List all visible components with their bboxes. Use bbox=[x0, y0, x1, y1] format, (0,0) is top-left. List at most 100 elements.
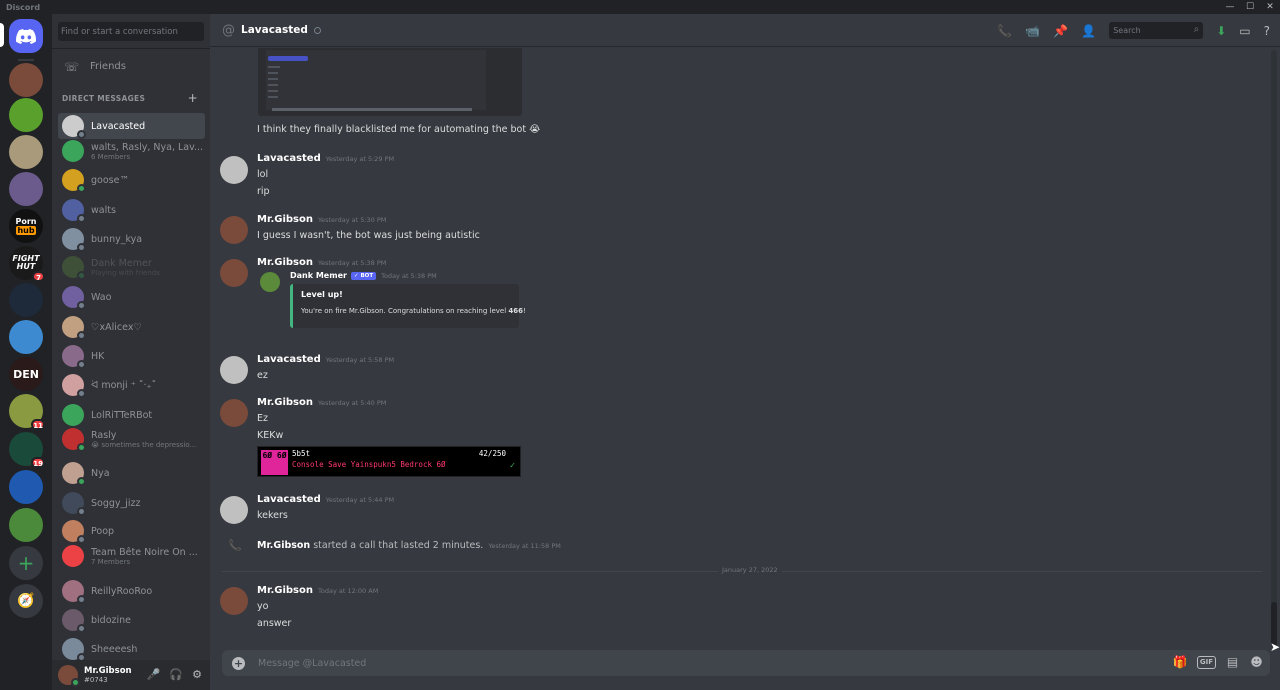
maximize-button[interactable]: ☐ bbox=[1244, 1, 1256, 13]
dm-item[interactable]: Dank Memer Playing with friends bbox=[58, 254, 205, 280]
avatar bbox=[62, 462, 86, 486]
home-button[interactable] bbox=[9, 19, 43, 53]
inbox-icon[interactable]: ▭ bbox=[1239, 24, 1250, 38]
image-attachment[interactable] bbox=[258, 48, 522, 116]
dm-item[interactable]: ReillyRooRoo bbox=[58, 578, 205, 604]
emoji-icon[interactable]: ☻ bbox=[1249, 655, 1264, 670]
message-timestamp: Yesterday at 5:44 PM bbox=[325, 496, 395, 504]
search-input[interactable]: Search ⌕ bbox=[1109, 22, 1204, 39]
dm-item[interactable]: Poop bbox=[58, 518, 205, 544]
avatar[interactable] bbox=[260, 272, 280, 292]
server-icon[interactable] bbox=[9, 470, 43, 504]
dm-name: Team Bête Noire On ... bbox=[91, 546, 198, 558]
gift-icon[interactable]: 🎁 bbox=[1173, 655, 1188, 670]
message-author[interactable]: Lavacasted Yesterday at 5:44 PM bbox=[257, 494, 394, 505]
minimize-button[interactable]: — bbox=[1224, 1, 1236, 13]
dm-name: Poop bbox=[91, 525, 115, 537]
dm-item[interactable]: walts bbox=[58, 197, 205, 223]
message-input[interactable]: Message @Lavacasted bbox=[258, 658, 366, 669]
avatar bbox=[62, 404, 84, 426]
server-icon[interactable] bbox=[9, 135, 43, 169]
server-icon[interactable]: 19 bbox=[9, 432, 45, 468]
server-icon[interactable] bbox=[9, 98, 43, 132]
dm-item[interactable]: Soggy_jizz bbox=[58, 490, 205, 516]
find-conversation-input[interactable]: Find or start a conversation bbox=[58, 22, 204, 41]
avatar[interactable] bbox=[220, 399, 248, 427]
upload-plus-icon[interactable]: + bbox=[232, 656, 245, 670]
dm-item[interactable]: Wao bbox=[58, 284, 205, 310]
avatar[interactable] bbox=[220, 216, 248, 244]
server-icon[interactable]: Porn hub bbox=[9, 209, 43, 243]
gif-picker-button[interactable]: GIF bbox=[1196, 656, 1216, 669]
server-icon[interactable] bbox=[9, 320, 43, 354]
server-icon[interactable] bbox=[9, 508, 43, 542]
server-icon[interactable] bbox=[9, 63, 43, 97]
headphones-icon[interactable]: 🎧 bbox=[169, 668, 183, 681]
help-icon[interactable]: ? bbox=[1264, 24, 1270, 38]
message-author[interactable]: Mr.Gibson Today at 12:00 AM bbox=[257, 585, 378, 596]
download-icon[interactable]: ⬇ bbox=[1216, 24, 1226, 38]
create-dm-button[interactable]: + bbox=[188, 91, 198, 105]
dm-item[interactable]: HK bbox=[58, 343, 205, 369]
dm-item[interactable]: bidozine bbox=[58, 607, 205, 633]
chat-area: @ Lavacasted 📞 📹 📌 👤 Search ⌕ ⬇ ▭ ? I th… bbox=[210, 14, 1280, 690]
status-indicator bbox=[77, 331, 86, 340]
dm-item[interactable]: ♡xAlicex♡ bbox=[58, 314, 205, 340]
message-author[interactable]: Lavacasted Yesterday at 5:29 PM bbox=[257, 153, 394, 164]
message-author[interactable]: Lavacasted Yesterday at 5:58 PM bbox=[257, 354, 394, 365]
server-initials: FIGHT HUT bbox=[12, 254, 40, 271]
dm-item[interactable]: Team Bête Noire On ... 7 Members bbox=[58, 543, 205, 569]
server-icon[interactable] bbox=[9, 283, 43, 317]
dm-item[interactable]: Rasly 😭 sometimes the depressio... bbox=[58, 426, 205, 452]
dm-item[interactable]: walts, Rasly, Nya, Lav... 6 Members bbox=[58, 138, 205, 164]
dm-name: Dank Memer bbox=[91, 257, 152, 269]
dm-text: ♡xAlicex♡ bbox=[91, 322, 142, 333]
message-timestamp: Yesterday at 5:29 PM bbox=[325, 155, 395, 163]
scrollbar[interactable] bbox=[1271, 50, 1277, 646]
server-icon[interactable]: FIGHT HUT 7 bbox=[9, 246, 45, 282]
avatar[interactable] bbox=[220, 156, 248, 184]
avatar[interactable] bbox=[220, 587, 248, 615]
dm-text: goose™ bbox=[91, 175, 129, 186]
gif-attachment[interactable]: 6Ø 6Ø 5b5t Console Save Yainspukn5 Bedro… bbox=[257, 446, 521, 477]
dm-item[interactable]: goose™ bbox=[58, 167, 205, 193]
call-system-message: Mr.Gibson started a call that lasted 2 m… bbox=[257, 540, 561, 551]
server-icon[interactable] bbox=[9, 172, 43, 206]
dm-text: Soggy_jizz bbox=[91, 498, 141, 509]
friends-nav-item[interactable]: ☏ Friends bbox=[58, 57, 204, 76]
gear-icon[interactable]: ⚙ bbox=[192, 668, 202, 681]
message-timestamp: Yesterday at 5:30 PM bbox=[318, 216, 387, 224]
direct-messages-label: DIRECT MESSAGES bbox=[62, 94, 146, 103]
avatar[interactable] bbox=[220, 356, 248, 384]
dm-text: Lavacasted bbox=[91, 121, 145, 132]
dm-item[interactable]: LolRiTTeRBot bbox=[58, 402, 205, 428]
microphone-icon[interactable]: 🎤 bbox=[147, 668, 161, 681]
server-icon[interactable]: DEN bbox=[9, 357, 43, 391]
dm-item[interactable]: ᐛ monji ⁺ ˚‧₊˚ bbox=[58, 372, 205, 398]
dm-item[interactable]: bunny_kya bbox=[58, 226, 205, 252]
pin-icon[interactable]: 📌 bbox=[1053, 24, 1068, 38]
direct-messages-header: DIRECT MESSAGES + bbox=[62, 91, 198, 105]
dm-item[interactable]: Nya bbox=[58, 460, 205, 486]
add-server-button[interactable]: + bbox=[9, 546, 43, 580]
explore-servers-button[interactable]: 🧭 bbox=[9, 584, 43, 618]
server-initials: Porn bbox=[15, 217, 37, 226]
message-author[interactable]: Mr.Gibson Yesterday at 5:30 PM bbox=[257, 214, 386, 225]
message-composer[interactable]: + Message @Lavacasted 🎁 GIF ▤ ☻ bbox=[222, 650, 1270, 676]
embed-author[interactable]: Dank Memer ✓ BOT Today at 5:38 PM bbox=[290, 271, 437, 280]
dm-item[interactable]: Sheeeesh bbox=[58, 636, 205, 662]
avatar[interactable] bbox=[58, 665, 80, 687]
avatar[interactable] bbox=[220, 496, 248, 524]
user-panel: Mr.Gibson #0743 🎤 🎧 ⚙ bbox=[52, 660, 210, 690]
sticker-icon[interactable]: ▤ bbox=[1225, 655, 1240, 670]
video-call-icon[interactable]: 📹 bbox=[1025, 24, 1040, 38]
friends-icon: ☏ bbox=[64, 59, 80, 74]
dm-item[interactable]: Lavacasted bbox=[58, 113, 205, 139]
add-friend-icon[interactable]: 👤 bbox=[1081, 24, 1096, 38]
gif-text: 5b5t bbox=[292, 449, 311, 458]
server-icon[interactable]: 11 bbox=[9, 394, 45, 430]
close-button[interactable]: ✕ bbox=[1264, 1, 1276, 13]
voice-call-icon[interactable]: 📞 bbox=[997, 24, 1012, 38]
window-titlebar: Discord — ☐ ✕ bbox=[0, 0, 1280, 14]
message-author[interactable]: Mr.Gibson Yesterday at 5:40 PM bbox=[257, 397, 386, 408]
